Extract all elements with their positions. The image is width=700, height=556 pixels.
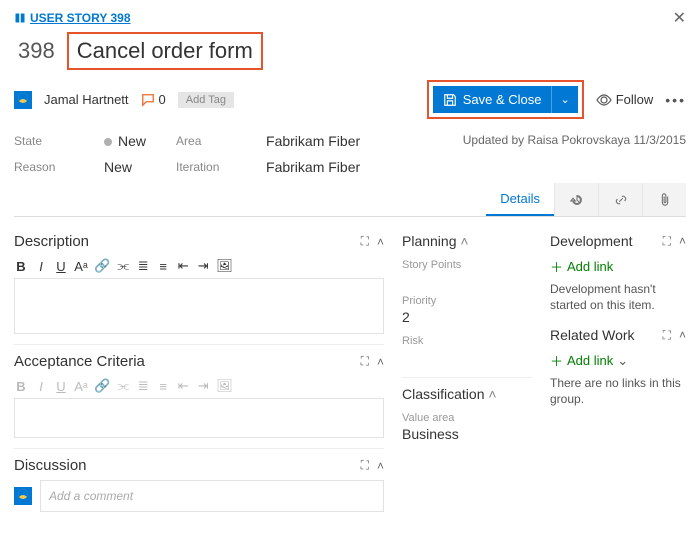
save-and-close-button[interactable]: Save & Close bbox=[433, 86, 552, 113]
state-label: State bbox=[14, 134, 84, 148]
title-text: Cancel order form bbox=[77, 38, 253, 63]
plus-icon: ＋ bbox=[550, 351, 563, 370]
eye-icon bbox=[596, 94, 612, 106]
more-actions-button[interactable]: ••• bbox=[665, 92, 686, 108]
area-value[interactable]: Fabrikam Fiber bbox=[266, 133, 360, 149]
chevron-up-icon[interactable]: ˄ bbox=[377, 235, 384, 249]
save-dropdown-button[interactable]: ⌄ bbox=[551, 86, 577, 113]
add-link-label: Add link bbox=[567, 259, 613, 274]
iteration-label: Iteration bbox=[176, 160, 246, 174]
chevron-up-icon[interactable]: ˄ bbox=[679, 328, 686, 342]
story-points-label: Story Points bbox=[402, 259, 532, 271]
reason-value[interactable]: New bbox=[104, 159, 146, 175]
plus-icon: ＋ bbox=[550, 257, 563, 276]
development-header: Development bbox=[550, 233, 633, 249]
close-icon[interactable]: ✕ bbox=[673, 8, 686, 28]
discussion-input[interactable]: Add a comment bbox=[40, 480, 384, 512]
area-label: Area bbox=[176, 134, 246, 148]
history-icon bbox=[570, 193, 584, 207]
chevron-up-icon[interactable]: ˄ bbox=[679, 234, 686, 248]
breadcrumb-link[interactable]: USER STORY 398 bbox=[14, 11, 131, 25]
tab-history[interactable] bbox=[554, 183, 598, 216]
expand-icon[interactable]: ⛶ bbox=[663, 234, 671, 249]
expand-icon[interactable]: ⛶ bbox=[361, 354, 369, 369]
development-help: Development hasn't started on this item. bbox=[550, 282, 686, 313]
save-icon bbox=[443, 93, 457, 107]
acceptance-editor[interactable] bbox=[14, 398, 384, 438]
value-area-label: Value area bbox=[402, 412, 532, 424]
description-toolbar[interactable]: BIU Aᵃ🔗⫘ ≣≡⇤⇥ 🖼 bbox=[14, 254, 384, 278]
follow-button[interactable]: Follow bbox=[596, 92, 654, 107]
avatar bbox=[14, 487, 32, 505]
chevron-up-icon[interactable]: ˄ bbox=[460, 233, 468, 249]
attachment-icon bbox=[659, 193, 671, 207]
state-value[interactable]: New bbox=[104, 133, 146, 149]
link-icon bbox=[614, 193, 628, 207]
state-bullet-icon bbox=[104, 138, 112, 146]
development-add-link[interactable]: ＋ Add link bbox=[550, 257, 613, 276]
classification-header: Classification ˄ bbox=[402, 386, 497, 402]
priority-value[interactable]: 2 bbox=[402, 309, 532, 325]
book-icon bbox=[14, 12, 26, 24]
avatar bbox=[14, 91, 32, 109]
chevron-up-icon[interactable]: ˄ bbox=[377, 355, 384, 369]
discussion-header: Discussion bbox=[14, 457, 87, 474]
description-editor[interactable] bbox=[14, 278, 384, 334]
related-add-link[interactable]: ＋ Add link ⌄ bbox=[550, 351, 628, 370]
tab-attachments[interactable] bbox=[642, 183, 686, 216]
chevron-down-icon: ⌄ bbox=[560, 94, 569, 106]
planning-header: Planning ˄ bbox=[402, 233, 469, 249]
description-header: Description bbox=[14, 233, 89, 250]
related-help: There are no links in this group. bbox=[550, 376, 686, 407]
iteration-value[interactable]: Fabrikam Fiber bbox=[266, 159, 360, 175]
work-item-id: 398 bbox=[14, 36, 59, 66]
acceptance-toolbar[interactable]: BIU Aᵃ🔗⫘ ≣≡⇤⇥ 🖼 bbox=[14, 374, 384, 398]
save-highlight: Save & Close ⌄ bbox=[427, 80, 584, 119]
priority-label: Priority bbox=[402, 295, 532, 307]
add-link-label: Add link bbox=[567, 353, 613, 368]
tab-details[interactable]: Details bbox=[486, 183, 554, 216]
add-tag-button[interactable]: Add Tag bbox=[178, 92, 234, 108]
expand-icon[interactable]: ⛶ bbox=[361, 458, 369, 473]
expand-icon[interactable]: ⛶ bbox=[663, 328, 671, 343]
updated-text: Updated by Raisa Pokrovskaya 11/3/2015 bbox=[463, 133, 686, 175]
reason-label: Reason bbox=[14, 160, 84, 174]
tab-links[interactable] bbox=[598, 183, 642, 216]
comment-icon[interactable]: 0 bbox=[141, 92, 166, 107]
risk-label: Risk bbox=[402, 335, 532, 347]
chevron-down-icon: ⌄ bbox=[617, 353, 628, 369]
title-input[interactable]: Cancel order form bbox=[67, 32, 263, 70]
acceptance-header: Acceptance Criteria bbox=[14, 353, 145, 370]
expand-icon[interactable]: ⛶ bbox=[361, 234, 369, 249]
follow-label: Follow bbox=[616, 92, 654, 107]
breadcrumb-text: USER STORY 398 bbox=[30, 11, 131, 25]
chevron-up-icon[interactable]: ˄ bbox=[377, 459, 384, 473]
value-area-value[interactable]: Business bbox=[402, 426, 532, 442]
save-button-label: Save & Close bbox=[463, 92, 542, 107]
assignee-name[interactable]: Jamal Hartnett bbox=[44, 92, 129, 107]
chevron-up-icon[interactable]: ˄ bbox=[488, 386, 496, 402]
discussion-placeholder: Add a comment bbox=[49, 489, 133, 503]
comment-count: 0 bbox=[159, 92, 166, 107]
related-header: Related Work bbox=[550, 327, 635, 343]
